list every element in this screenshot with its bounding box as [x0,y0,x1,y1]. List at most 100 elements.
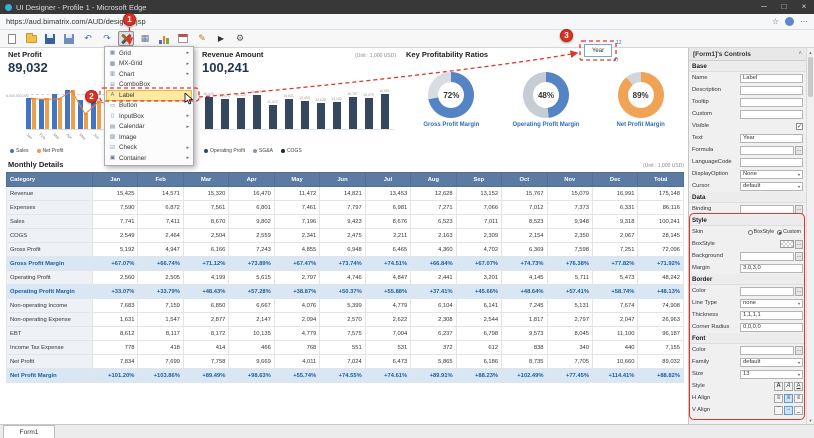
h-align-button[interactable]: ≡ [784,394,793,403]
callout-3-badge: 3 [560,29,573,42]
run-button[interactable]: ▶ [213,31,229,46]
section-data[interactable]: Data [689,192,806,203]
style-button[interactable]: A [794,382,803,391]
table-row-non-operating-expense: Non-operating Expense1,6311,5472,8772,14… [7,313,684,327]
background-input[interactable] [740,252,794,261]
menu-item-image[interactable]: ▨Image [106,132,192,143]
menu-item-grid[interactable]: ▦Grid▸ [106,48,192,59]
color-ellipsis-button[interactable]: … [795,287,803,296]
button-icon: ▭ [109,103,116,109]
open-button[interactable] [23,31,39,46]
save-all-button[interactable] [61,31,77,46]
scrollbar-thumb[interactable] [808,57,813,97]
settings-button[interactable]: ⚙ [232,31,248,46]
color-input[interactable] [740,287,794,296]
table-row-revenue: Revenue15,42514,57115,32016,47011,47214,… [7,187,684,201]
panel-header[interactable]: [Form1]'s Controls ˄ [689,48,806,61]
menu-item-check[interactable]: ☑Check▸ [106,143,192,154]
boxstyle-ellipsis-button[interactable]: … [795,240,803,249]
insert-menu: ▦Grid▸▩MX-Grid▸▥Chart▸⊟ComboBoxALabel▭Bu… [104,46,194,166]
formula-input[interactable] [740,146,794,155]
cursor-select[interactable]: default▾ [740,182,803,191]
save-button[interactable] [42,31,58,46]
skin-radio-boxstyle[interactable]: BoxStyle [748,229,774,235]
collapse-icon[interactable]: ˄ [798,51,802,57]
callout-1-badge: 1 [123,13,136,26]
skin-radio-custom[interactable]: Custom [777,229,801,235]
undo-button[interactable]: ↶ [80,31,96,46]
redo-button[interactable]: ↷ [99,31,115,46]
menu-item-chart[interactable]: ▥Chart▸ [106,69,192,80]
scroll-down-icon[interactable]: ▼ [807,416,814,424]
panel-scrollbar[interactable]: ▲ ▼ [806,48,814,424]
displayoption-select[interactable]: None▾ [740,170,803,179]
favorites-star-icon[interactable]: ☆ [772,17,779,26]
description-input[interactable] [740,86,803,95]
field-visible: Visible✓ [689,120,806,132]
color-input[interactable] [740,346,794,355]
column-header: Total [638,173,684,187]
color-ellipsis-button[interactable]: … [795,346,803,355]
menu-item-inputbox[interactable]: ▯InputBox▸ [106,111,192,122]
v-align-button[interactable]: _ [794,406,803,415]
minimize-button[interactable]: ─ [754,0,774,14]
ratios-title: Key Profitability Ratios [406,50,488,59]
calendar-button[interactable] [175,31,191,46]
thickness-input[interactable]: 1,1,1,1 [740,311,803,320]
v-align-button[interactable]: − [784,406,793,415]
close-button[interactable]: × [794,0,814,14]
formula-ellipsis-button[interactable]: … [795,146,803,155]
margin-input[interactable]: 3,0,3,0 [740,264,803,273]
menu-item-button[interactable]: ▭Button [106,101,192,112]
column-header: Nov [547,173,592,187]
chart-button[interactable] [156,31,172,46]
visible-checkbox[interactable]: ✓ [796,123,803,130]
background-ellipsis-button[interactable]: … [795,252,803,261]
name-input[interactable]: Label [740,74,803,83]
edit-button[interactable]: ✎ [194,31,210,46]
field-size: Size13▾ [689,368,806,380]
line-type-select[interactable]: none▾ [740,299,803,308]
section-style[interactable]: Style [689,215,806,226]
languagecode-input[interactable] [740,158,803,167]
menu-item-combobox[interactable]: ⊟ComboBox [106,80,192,91]
boxstyle-swatch[interactable] [780,240,794,248]
menu-item-container[interactable]: ▣Container▸ [106,153,192,164]
section-border[interactable]: Border [689,274,806,285]
field-line-type: Line Typenone▾ [689,297,806,309]
section-base[interactable]: Base [689,61,806,72]
table-row-sales: Sales7,7417,4118,6709,8027,1969,4238,676… [7,215,684,229]
table-row-operating-profit-margin: Operating Profit Margin+33.07%+33.79%+48… [7,285,684,299]
style-button[interactable]: A [774,382,783,391]
menu-item-label[interactable]: ALabel [106,90,192,101]
field-description: Description [689,84,806,96]
h-align-button[interactable]: ≡ [774,394,783,403]
donuts: 72%Gross Profit Margin48%Operating Profi… [404,72,688,128]
insert-control-button[interactable] [118,31,134,46]
new-document-button[interactable] [4,31,20,46]
binding-ellipsis-button[interactable]: … [795,205,803,214]
text-input[interactable]: Year [740,134,803,143]
field-cursor: Cursordefault▾ [689,180,806,192]
family-select[interactable]: default▾ [740,358,803,367]
binding-input[interactable] [740,205,794,214]
size-select[interactable]: 13▾ [740,370,803,379]
grid-button[interactable]: ▦ [137,31,153,46]
h-align-button[interactable]: ≡ [794,394,803,403]
menu-item-calendar[interactable]: ▤Calendar▸ [106,122,192,133]
profile-avatar[interactable] [785,17,794,26]
custom-input[interactable] [740,110,803,119]
field-color: Color… [689,344,806,356]
tooltip-input[interactable] [740,98,803,107]
v-align-button[interactable]: ¯ [774,406,783,415]
form1-tab[interactable]: Form1 [3,425,55,438]
year-label-widget[interactable]: Year [584,44,612,57]
browser-menu-icon[interactable]: ⋯ [800,17,808,26]
corner-radius-input[interactable]: 0,0,0,0 [740,323,803,332]
maximize-button[interactable]: □ [774,0,794,14]
menu-item-mx-grid[interactable]: ▩MX-Grid▸ [106,59,192,70]
app-icon [5,4,12,11]
scroll-up-icon[interactable]: ▲ [807,48,814,56]
style-button[interactable]: A [784,382,793,391]
section-font[interactable]: Font [689,333,806,344]
